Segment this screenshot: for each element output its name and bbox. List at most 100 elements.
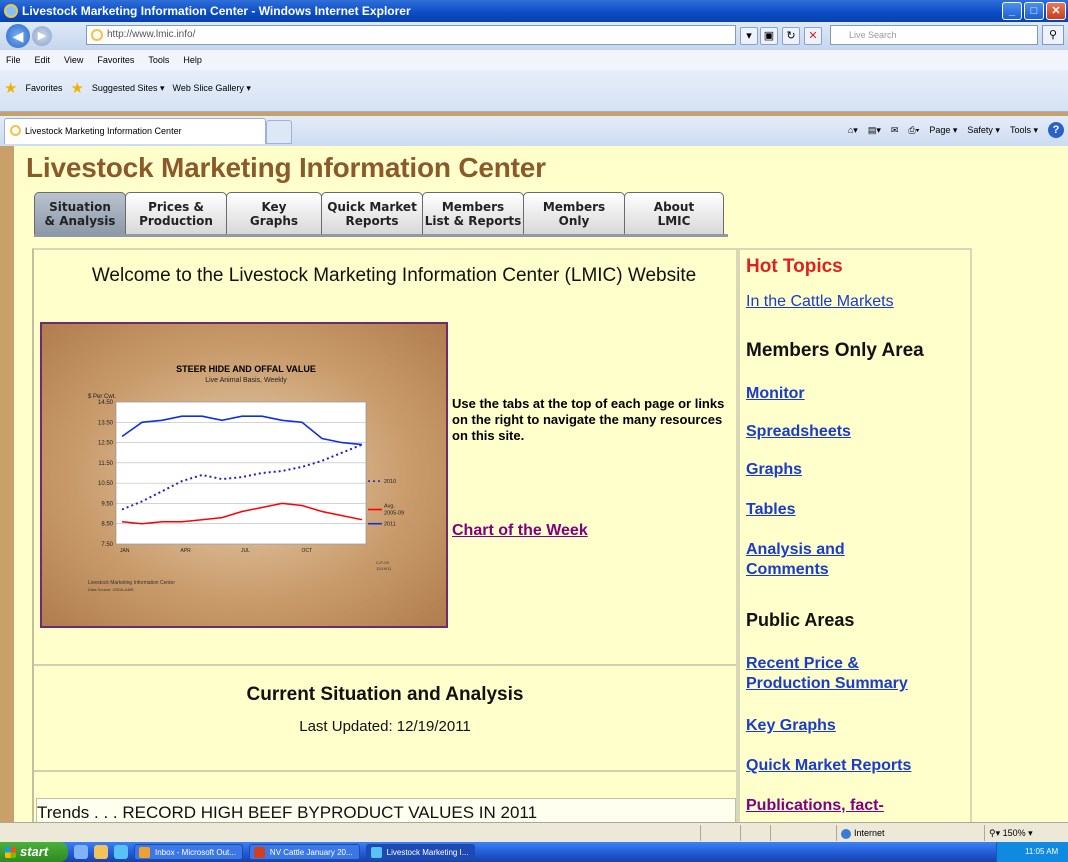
- chart-of-week-image[interactable]: STEER HIDE AND OFFAL VALUE Live Animal Ba…: [40, 322, 448, 628]
- members-only-heading: Members Only Area: [746, 340, 924, 361]
- tab-about-lmic[interactable]: About LMIC: [624, 192, 724, 234]
- cattle-markets-link[interactable]: In the Cattle Markets: [746, 292, 894, 312]
- recent-price-summary-link[interactable]: Recent Price & Production Summary: [746, 654, 908, 694]
- chart-y-tick: 7.50: [101, 542, 113, 548]
- command-bar: ⌂▾ ▤▾ ✉ ⎙▾ Page ▾ Safety ▾ Tools ▾ ?: [848, 122, 1064, 138]
- menu-view[interactable]: View: [64, 55, 83, 65]
- start-button[interactable]: start: [0, 842, 68, 862]
- address-bar[interactable]: http://www.lmic.info/: [86, 25, 736, 45]
- taskbar-item-livestock[interactable]: Livestock Marketing I...: [365, 844, 476, 860]
- chart-x-tick: APR: [181, 548, 192, 554]
- spreadsheets-link[interactable]: Spreadsheets: [746, 422, 851, 442]
- public-areas-heading: Public Areas: [746, 610, 855, 630]
- chart-source: Data Source: USDA-AMS: [88, 587, 134, 592]
- menu-edit[interactable]: Edit: [35, 55, 51, 65]
- taskbar: start Inbox - Microsoft Out... NV Cattle…: [0, 842, 1068, 862]
- menu-bar: File Edit View Favorites Tools Help: [0, 50, 1068, 70]
- tab-members-only[interactable]: Members Only: [523, 192, 625, 234]
- web-slice-link[interactable]: Web Slice Gallery ▾: [172, 83, 250, 94]
- chart-y-tick: 10.50: [98, 481, 114, 487]
- hot-topics-heading: Hot Topics: [746, 256, 843, 277]
- window-title-bar: Livestock Marketing Information Center -…: [0, 0, 1068, 22]
- status-segment: [700, 825, 740, 841]
- zoom-level[interactable]: ⚲▾ 150% ▾: [984, 825, 1068, 841]
- status-segment: [770, 825, 800, 841]
- powerpoint-icon: [253, 847, 265, 858]
- stop-icon[interactable]: ✕: [804, 27, 822, 45]
- home-icon[interactable]: ⌂▾: [848, 125, 858, 136]
- tab-row: Livestock Marketing Information Center ⌂…: [0, 116, 1068, 146]
- taskbar-item-inbox[interactable]: Inbox - Microsoft Out...: [134, 844, 243, 860]
- close-button[interactable]: ✕: [1046, 2, 1066, 20]
- chart-footer: Livestock Marketing Information Center: [88, 580, 175, 586]
- refresh-icon[interactable]: ↻: [782, 27, 800, 45]
- status-segment: [740, 825, 770, 841]
- taskbar-item-nv-cattle[interactable]: NV Cattle January 20...: [248, 844, 360, 860]
- favorites-bar: ★ Favorites ★ Suggested Sites ▾ Web Slic…: [0, 70, 1068, 112]
- chart-subtitle: Live Animal Basis, Weekly: [205, 377, 287, 384]
- compatibility-icon[interactable]: ▣: [760, 27, 778, 45]
- tab-situation-analysis[interactable]: Situation & Analysis: [34, 192, 126, 234]
- help-icon[interactable]: ?: [1048, 122, 1064, 138]
- current-situation-heading: Current Situation and Analysis: [246, 684, 524, 705]
- chart-y-tick: 9.50: [101, 501, 113, 507]
- menu-help[interactable]: Help: [183, 55, 202, 65]
- mail-icon[interactable]: ✉: [891, 125, 899, 136]
- quicklaunch-outlook-icon[interactable]: [74, 845, 88, 859]
- search-icon[interactable]: ⚲: [1042, 25, 1064, 45]
- tools-menu[interactable]: Tools ▾: [1010, 125, 1038, 136]
- graphs-link[interactable]: Graphs: [746, 460, 802, 480]
- forward-button[interactable]: ▶: [32, 26, 52, 46]
- tab-key-graphs[interactable]: Key Graphs: [226, 192, 322, 234]
- ie-icon: [370, 847, 382, 858]
- tab-page-icon: [10, 125, 21, 136]
- page-menu[interactable]: Page ▾: [929, 125, 957, 136]
- right-sidebar: Hot Topics In the Cattle Markets Members…: [738, 248, 972, 822]
- menu-favorites[interactable]: Favorites: [97, 55, 134, 65]
- key-graphs-link[interactable]: Key Graphs: [746, 716, 836, 736]
- publications-link[interactable]: Publications, fact-: [746, 796, 884, 816]
- browser-tab-title: Livestock Marketing Information Center: [25, 126, 182, 136]
- maximize-button[interactable]: □: [1024, 2, 1044, 20]
- search-input[interactable]: Live Search: [830, 25, 1038, 45]
- monitor-link[interactable]: Monitor: [746, 384, 805, 404]
- main-content: Welcome to the Livestock Marketing Infor…: [32, 248, 738, 822]
- new-tab-button[interactable]: [266, 120, 292, 144]
- security-zone: Internet: [836, 825, 946, 841]
- feeds-icon[interactable]: ▤▾: [868, 125, 881, 136]
- print-icon[interactable]: ⎙▾: [908, 125, 919, 136]
- minimize-button[interactable]: _: [1002, 2, 1022, 20]
- quicklaunch-firefox-icon[interactable]: [94, 845, 108, 859]
- chart-legend-label: Avg.: [384, 504, 395, 510]
- suggested-sites-link[interactable]: Suggested Sites ▾: [92, 83, 165, 94]
- browser-tab[interactable]: Livestock Marketing Information Center: [4, 118, 266, 144]
- dropdown-icon[interactable]: ▾: [740, 27, 758, 45]
- chart-legend-label: 2011: [384, 522, 396, 528]
- quick-market-reports-link[interactable]: Quick Market Reports: [746, 756, 911, 776]
- tab-quick-market-reports[interactable]: Quick Market Reports: [321, 192, 423, 234]
- back-button[interactable]: ◀: [6, 24, 30, 48]
- tab-members-list-reports[interactable]: Members List & Reports: [422, 192, 524, 234]
- last-updated: Last Updated: 12/19/2011: [299, 718, 471, 735]
- add-favorite-icon[interactable]: ★: [70, 79, 83, 97]
- site-tabs: Situation & Analysis Prices & Production K…: [34, 192, 724, 234]
- safety-menu[interactable]: Safety ▾: [967, 125, 1000, 136]
- chart-code: C-P-29: [376, 560, 389, 565]
- windows-flag-icon: [5, 847, 16, 858]
- favorites-button[interactable]: Favorites: [25, 83, 62, 93]
- chart-of-week-link[interactable]: Chart of the Week: [452, 522, 588, 540]
- favorites-star-icon: ★: [4, 80, 18, 97]
- window-title: Livestock Marketing Information Center -…: [22, 4, 411, 18]
- section-divider: [34, 664, 736, 666]
- analysis-comments-link[interactable]: Analysis and Comments: [746, 540, 845, 580]
- chart-y-tick: 12.50: [98, 441, 114, 447]
- tab-prices-production[interactable]: Prices & Production: [125, 192, 227, 234]
- chart-legend-label: 2010: [384, 479, 396, 485]
- tables-link[interactable]: Tables: [746, 500, 796, 520]
- menu-file[interactable]: File: [6, 55, 21, 65]
- menu-tools[interactable]: Tools: [148, 55, 169, 65]
- address-url: http://www.lmic.info/: [107, 29, 196, 40]
- chart-x-tick: JAN: [120, 548, 130, 554]
- chart-y-tick: 8.50: [101, 522, 113, 528]
- quicklaunch-ie-icon[interactable]: [114, 845, 128, 859]
